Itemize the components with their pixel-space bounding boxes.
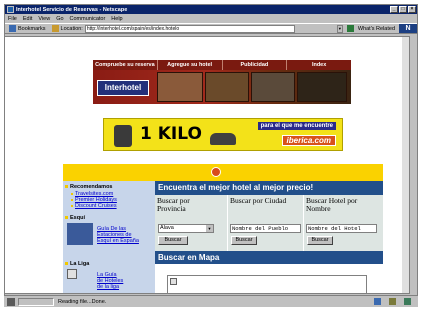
minimize-button[interactable]: _ [390,6,398,13]
ad-headline: 1 KILO [140,124,202,144]
sidebar-link-discount-cruises[interactable]: Discount Cruises [71,203,117,209]
ad-site: iberica.com [281,135,336,146]
nav-compruebe-reserva[interactable]: Compruebe su reserva [93,60,158,70]
menu-file[interactable]: File [8,16,17,22]
whats-related-icon[interactable] [346,25,354,32]
interhotel-logo[interactable]: Interhotel [97,80,149,96]
security-lock-icon[interactable] [7,297,15,306]
netscape-app-icon [7,6,14,13]
hotel-name-search-button[interactable]: Buscar [307,236,333,245]
sidebar-title-esqui: Esquí [65,215,85,221]
search-by-province: Buscar por Provincia Alava ▼ Buscar [155,195,227,251]
hotel-name-title: Buscar Hotel por Nombre [306,197,357,213]
city-input[interactable]: Nombre del Pueblo [230,224,301,233]
menu-bar: File Edit View Go Communicator Help [5,14,417,23]
left-sidebar: Recomendamos Travelsites.com Premier Hol… [63,181,155,293]
progress-meter [18,297,54,306]
nav-agregue-hotel[interactable]: Agregue su hotel [158,60,223,70]
province-search-button[interactable]: Buscar [158,236,188,245]
hotel-photo [205,72,249,102]
ad-banner[interactable]: 1 KILO para el que me encuentre iberica.… [103,118,343,151]
search-by-city: Buscar por Ciudad Nombre del Pueblo Busc… [228,195,303,251]
nav-publicidad[interactable]: Publicidad [223,60,288,70]
sidebar-title-liga: La Liga [65,261,89,267]
city-search-button[interactable]: Buscar [231,236,257,245]
window-title: Interhotel Servicio de Reservas - Netsca… [16,6,128,13]
mail-icon[interactable] [389,298,396,305]
hotel-name-title-line2: Nombre [306,204,331,213]
hotel-search-panel: Encuentra el mejor hotel al mejor precio… [155,181,383,293]
province-title-line2: Provincia [157,204,186,213]
page-content: Compruebe su reserva Agregue su hotel Pu… [4,36,410,294]
location-label: Location: [60,25,83,32]
bag-icon [114,125,132,147]
province-select[interactable]: Alava ▼ [158,224,214,233]
section-bar [63,164,383,181]
hotel-name-input[interactable]: Nombre del Hotel [306,224,377,233]
title-bar: Interhotel Servicio de Reservas - Netsca… [5,5,417,14]
menu-communicator[interactable]: Communicator [70,16,106,22]
hotel-photo [251,72,295,102]
ad-tagline: para el que me encuentre [257,122,336,130]
menu-go[interactable]: Go [56,16,63,22]
hotel-photo [157,72,203,102]
close-button[interactable]: × [408,6,416,13]
maximize-button[interactable]: □ [399,6,407,13]
top-navigation: Compruebe su reserva Agregue su hotel Pu… [93,60,351,70]
vertical-scrollbar[interactable] [402,37,409,293]
location-icon [51,25,59,32]
car-icon [210,133,236,145]
link-text: Discount Cruises [75,203,117,209]
province-select-value: Alava [160,225,174,231]
sidebar-link-liga-line3[interactable]: de la liga [97,284,119,290]
composer-icon[interactable] [404,298,411,305]
menu-view[interactable]: View [38,16,50,22]
broken-image-icon [67,269,77,279]
sidebar-link-esqui-line3[interactable]: Esquí en España [97,238,139,244]
location-toolbar: Bookmarks Location: http://interhotel.co… [5,23,417,34]
province-title: Buscar por Provincia [157,197,190,213]
hero-banner: Interhotel [93,70,351,104]
menu-help[interactable]: Help [111,16,122,22]
bookmarks-button[interactable]: Bookmarks [18,26,46,32]
status-bar: Reading file...Done. [4,295,418,307]
navigator-icon[interactable] [374,298,381,305]
location-input[interactable]: http://interhotel.com/spain/es/index.hot… [84,24,295,33]
bookmarks-icon[interactable] [9,25,16,32]
location-dropdown-icon[interactable]: ▼ [336,24,343,33]
broken-image-icon [170,278,177,285]
city-title: Buscar por Ciudad [230,197,286,205]
search-by-hotel-name: Buscar Hotel por Nombre Nombre del Hotel… [304,195,383,251]
map-frame[interactable] [167,275,367,293]
bullet-icon [71,192,73,195]
spain-emblem-icon [211,167,221,177]
nav-index[interactable]: Index [287,60,351,70]
menu-edit[interactable]: Edit [23,16,32,22]
city-title-line1: Buscar por Ciudad [230,196,287,205]
bullet-icon [71,198,73,201]
bullet-icon [71,204,73,207]
status-text: Reading file...Done. [58,298,107,305]
whats-related-button[interactable]: What's Related [358,26,395,32]
hotel-photo [297,72,347,102]
sidebar-title-recomendamos: Recomendamos [65,184,113,190]
skier-image[interactable] [67,223,93,245]
map-search-heading: Buscar en Mapa [155,251,383,264]
search-heading: Encuentra el mejor hotel al mejor precio… [155,181,383,195]
netscape-throbber-icon: N [399,24,417,33]
chevron-down-icon[interactable]: ▼ [206,225,213,232]
